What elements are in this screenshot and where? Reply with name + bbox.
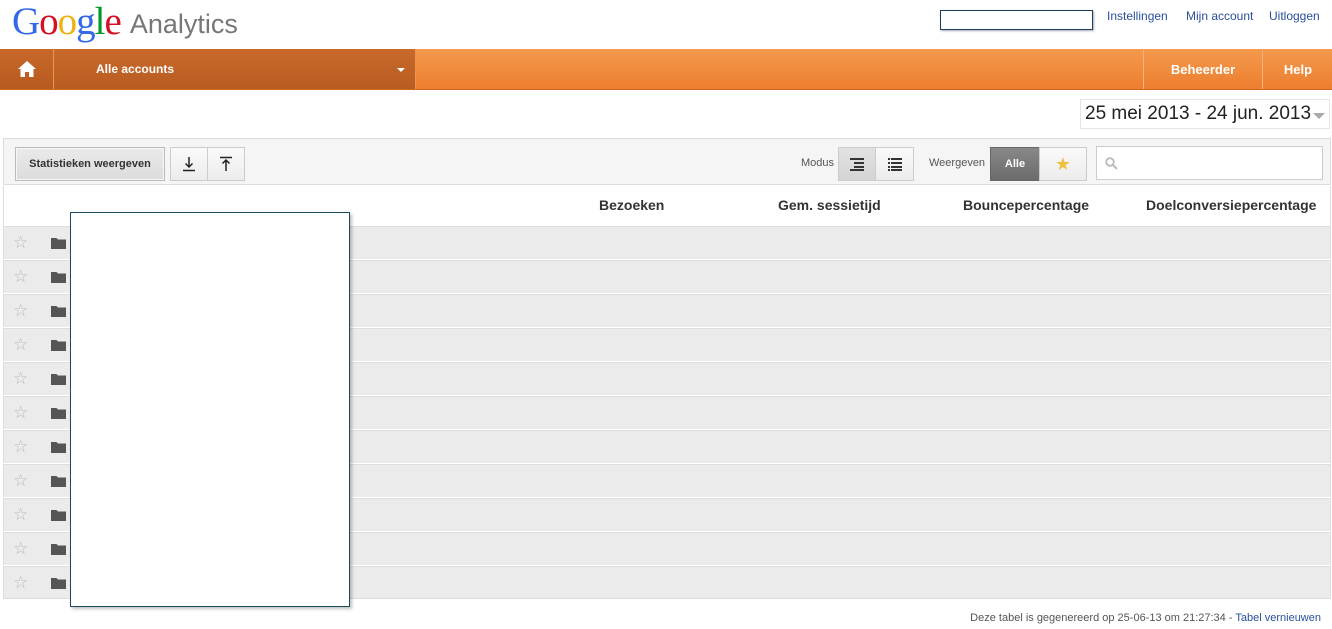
star-outline-icon[interactable]: ☆ bbox=[13, 369, 28, 389]
account-search-input[interactable] bbox=[940, 10, 1093, 30]
help-button[interactable]: Help bbox=[1262, 49, 1332, 89]
table-toolbar: Statistieken weergeven Modus Weergeven A… bbox=[3, 138, 1331, 185]
column-bounce-rate[interactable]: Bouncepercentage bbox=[963, 197, 1089, 213]
folder-icon bbox=[51, 272, 66, 283]
home-icon bbox=[17, 61, 36, 77]
arrow-down-bar-icon bbox=[183, 157, 195, 172]
account-selector-label: Alle accounts bbox=[96, 62, 175, 76]
star-outline-icon[interactable]: ☆ bbox=[13, 573, 28, 593]
show-statistics-button[interactable]: Statistieken weergeven bbox=[15, 147, 165, 181]
star-outline-icon[interactable]: ☆ bbox=[13, 233, 28, 253]
table-search-input[interactable] bbox=[1096, 146, 1323, 180]
star-outline-icon[interactable]: ☆ bbox=[13, 471, 28, 491]
search-icon bbox=[1105, 157, 1118, 170]
folder-icon bbox=[51, 544, 66, 555]
folder-icon bbox=[51, 238, 66, 249]
settings-link[interactable]: Instellingen bbox=[1107, 9, 1168, 23]
home-button[interactable] bbox=[0, 49, 54, 89]
folder-icon bbox=[51, 306, 66, 317]
column-avg-session-time[interactable]: Gem. sessietijd bbox=[778, 197, 881, 213]
column-visits[interactable]: Bezoeken bbox=[599, 197, 664, 213]
star-outline-icon[interactable]: ☆ bbox=[13, 301, 28, 321]
column-goal-conversion-rate[interactable]: Doelconversiepercentage bbox=[1146, 197, 1316, 213]
folder-icon bbox=[51, 578, 66, 589]
folder-icon bbox=[51, 408, 66, 419]
star-icon: ★ bbox=[1054, 154, 1072, 174]
star-outline-icon[interactable]: ☆ bbox=[13, 403, 28, 423]
view-starred-button[interactable]: ★ bbox=[1039, 147, 1087, 181]
table-footer: Deze tabel is gegenereerd op 25-06-13 om… bbox=[970, 612, 1321, 624]
arrow-up-bar-icon bbox=[220, 156, 232, 171]
star-outline-icon[interactable]: ☆ bbox=[13, 437, 28, 457]
logout-link[interactable]: Uitloggen bbox=[1269, 9, 1320, 23]
logo-product-text: Analytics bbox=[129, 9, 238, 39]
expand-all-button[interactable] bbox=[170, 147, 208, 181]
google-analytics-logo[interactable]: Google Analytics bbox=[12, 2, 238, 42]
folder-icon bbox=[51, 476, 66, 487]
view-all-button[interactable]: Alle bbox=[990, 147, 1040, 181]
star-outline-icon[interactable]: ☆ bbox=[13, 505, 28, 525]
account-names-panel bbox=[70, 212, 350, 607]
collapse-all-button[interactable] bbox=[207, 147, 245, 181]
star-outline-icon[interactable]: ☆ bbox=[13, 267, 28, 287]
star-outline-icon[interactable]: ☆ bbox=[13, 539, 28, 559]
admin-button[interactable]: Beheerder bbox=[1143, 49, 1262, 89]
account-selector[interactable]: Alle accounts bbox=[54, 49, 416, 89]
main-nav-bar: Alle accounts Beheerder Help bbox=[0, 49, 1332, 90]
view-label: Weergeven bbox=[929, 157, 986, 169]
mode-hierarchy-button[interactable] bbox=[838, 147, 876, 181]
chevron-down-icon bbox=[397, 68, 405, 72]
my-account-link[interactable]: Mijn account bbox=[1186, 9, 1253, 23]
folder-icon bbox=[51, 442, 66, 453]
indent-list-icon bbox=[850, 158, 864, 171]
logo-google-text: Google bbox=[12, 0, 122, 43]
star-outline-icon[interactable]: ☆ bbox=[13, 335, 28, 355]
refresh-table-link[interactable]: Tabel vernieuwen bbox=[1235, 612, 1321, 624]
folder-icon bbox=[51, 510, 66, 521]
list-icon bbox=[887, 158, 902, 171]
date-range-text: 25 mei 2013 - 24 jun. 2013 bbox=[1085, 103, 1312, 124]
folder-icon bbox=[51, 340, 66, 351]
date-range-picker[interactable]: 25 mei 2013 - 24 jun. 2013 bbox=[1080, 99, 1330, 129]
mode-flat-list-button[interactable] bbox=[875, 147, 914, 181]
folder-icon bbox=[51, 374, 66, 385]
chevron-down-icon bbox=[1313, 113, 1325, 119]
mode-label: Modus bbox=[801, 157, 835, 169]
table-generated-text: Deze tabel is gegenereerd op 25-06-13 om… bbox=[970, 612, 1233, 624]
